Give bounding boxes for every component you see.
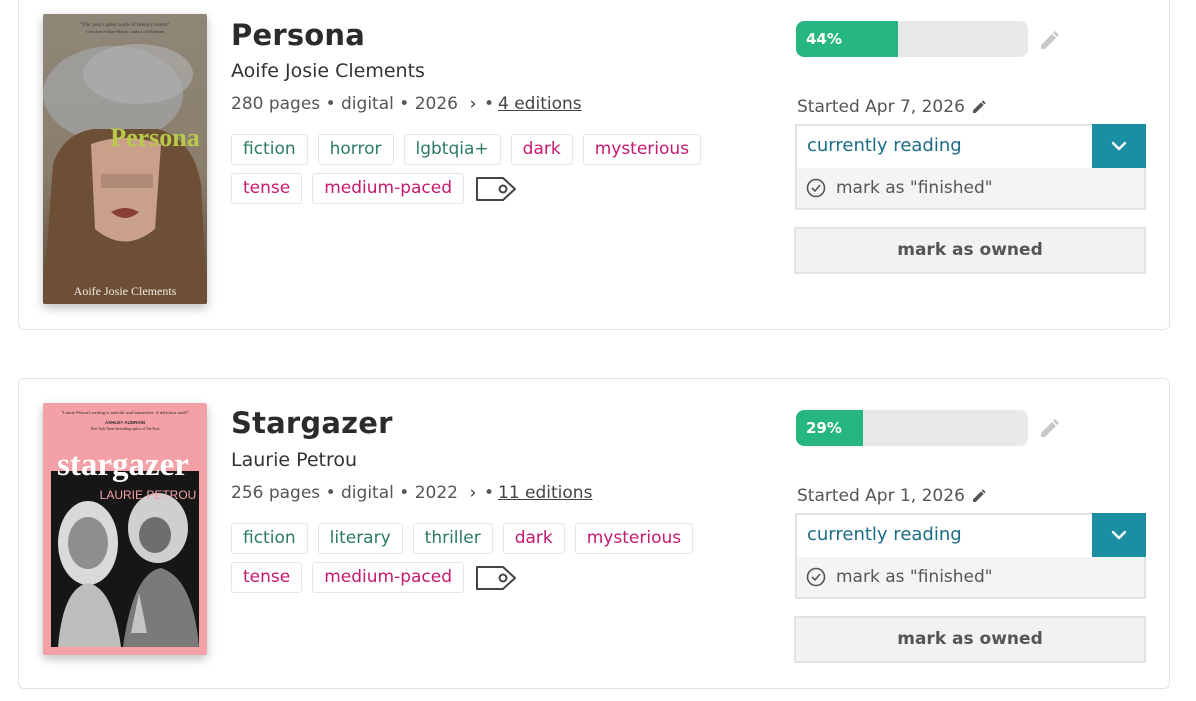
editions-link[interactable]: 4 editions bbox=[498, 94, 582, 114]
cover-blurb: "Laurie Petrou's writing is melodic and … bbox=[61, 410, 189, 415]
chevron-down-icon[interactable] bbox=[1092, 124, 1146, 168]
chevron-right-icon[interactable]: › bbox=[462, 94, 484, 114]
progress-bar[interactable]: 44% bbox=[796, 21, 1028, 57]
cover-blurb-credit: ASHLEY AUDRAIN bbox=[105, 420, 145, 425]
mark-owned-button[interactable]: mark as owned bbox=[794, 616, 1146, 663]
book-meta: 280 pages • digital • 2026 › • 4 edition… bbox=[231, 94, 582, 114]
book-format: digital bbox=[341, 483, 394, 503]
mood-tag[interactable]: mysterious bbox=[582, 134, 702, 165]
page-count: 256 pages bbox=[231, 483, 321, 503]
cover-blurb: "The year's great work of literary horro… bbox=[80, 21, 170, 28]
cover-author: LAURIE PETROU bbox=[100, 488, 197, 502]
tag-list: fiction literary thriller dark mysteriou… bbox=[231, 523, 751, 593]
genre-tag[interactable]: fiction bbox=[231, 134, 308, 165]
pub-year: 2026 bbox=[414, 94, 458, 114]
genre-tag[interactable]: literary bbox=[317, 523, 403, 554]
cover-art-persona: Persona "The year's great work of litera… bbox=[43, 14, 207, 304]
chevron-right-icon[interactable]: › bbox=[462, 483, 484, 503]
book-title[interactable]: Stargazer bbox=[231, 406, 393, 440]
pencil-icon[interactable] bbox=[971, 99, 987, 115]
mood-tag[interactable]: tense bbox=[231, 562, 303, 593]
book-card: "Laurie Petrou's writing is melodic and … bbox=[18, 378, 1170, 689]
check-circle-icon bbox=[806, 178, 826, 198]
genre-tag[interactable]: thriller bbox=[412, 523, 493, 554]
book-author[interactable]: Laurie Petrou bbox=[231, 449, 357, 471]
book-author[interactable]: Aoife Josie Clements bbox=[231, 60, 425, 82]
editions-link[interactable]: 11 editions bbox=[498, 483, 592, 503]
progress-fill: 44% bbox=[796, 21, 899, 57]
tag-icon[interactable] bbox=[474, 562, 518, 593]
mood-tag[interactable]: dark bbox=[502, 523, 565, 554]
book-title[interactable]: Persona bbox=[231, 18, 365, 52]
mark-owned-button[interactable]: mark as owned bbox=[794, 227, 1146, 274]
status-label[interactable]: currently reading bbox=[797, 126, 1092, 168]
started-date: Started Apr 7, 2026 bbox=[797, 97, 987, 117]
status-label[interactable]: currently reading bbox=[797, 515, 1092, 557]
book-meta: 256 pages • digital • 2022 › • 11 editio… bbox=[231, 483, 593, 503]
book-cover[interactable]: Persona "The year's great work of litera… bbox=[43, 14, 207, 304]
genre-tag[interactable]: lgbtqia+ bbox=[403, 134, 501, 165]
check-circle-icon bbox=[806, 567, 826, 587]
progress-bar[interactable]: 29% bbox=[796, 410, 1028, 446]
cover-title: stargazer bbox=[57, 447, 189, 483]
pencil-icon[interactable] bbox=[971, 488, 987, 504]
reading-status: currently reading mark as "finished" bbox=[795, 513, 1146, 599]
pub-year: 2022 bbox=[414, 483, 458, 503]
mark-finished-button[interactable]: mark as "finished" bbox=[797, 557, 1144, 597]
started-date: Started Apr 1, 2026 bbox=[797, 486, 987, 506]
page-count: 280 pages bbox=[231, 94, 321, 114]
pencil-icon[interactable] bbox=[1037, 417, 1061, 441]
book-format: digital bbox=[341, 94, 394, 114]
cover-art-stargazer: "Laurie Petrou's writing is melodic and … bbox=[43, 403, 207, 655]
tag-list: fiction horror lgbtqia+ dark mysterious … bbox=[231, 134, 751, 204]
chevron-down-icon[interactable] bbox=[1092, 513, 1146, 557]
genre-tag[interactable]: fiction bbox=[231, 523, 308, 554]
mood-tag[interactable]: medium-paced bbox=[312, 562, 465, 593]
book-cover[interactable]: "Laurie Petrou's writing is melodic and … bbox=[43, 403, 207, 655]
pencil-icon[interactable] bbox=[1037, 29, 1061, 53]
progress-fill: 29% bbox=[796, 410, 864, 446]
cover-author: Aoife Josie Clements bbox=[74, 284, 177, 298]
mood-tag[interactable]: medium-paced bbox=[312, 173, 465, 204]
book-card: Persona "The year's great work of litera… bbox=[18, 0, 1170, 330]
mood-tag[interactable]: dark bbox=[510, 134, 573, 165]
tag-icon[interactable] bbox=[474, 173, 518, 204]
mark-finished-button[interactable]: mark as "finished" bbox=[797, 168, 1144, 208]
reading-status: currently reading mark as "finished" bbox=[795, 124, 1146, 210]
genre-tag[interactable]: horror bbox=[317, 134, 394, 165]
cover-blurb-credit-2: New York Times bestselling author of The… bbox=[91, 427, 160, 431]
mood-tag[interactable]: tense bbox=[231, 173, 303, 204]
mood-tag[interactable]: mysterious bbox=[574, 523, 694, 554]
cover-title: Persona bbox=[110, 123, 200, 152]
